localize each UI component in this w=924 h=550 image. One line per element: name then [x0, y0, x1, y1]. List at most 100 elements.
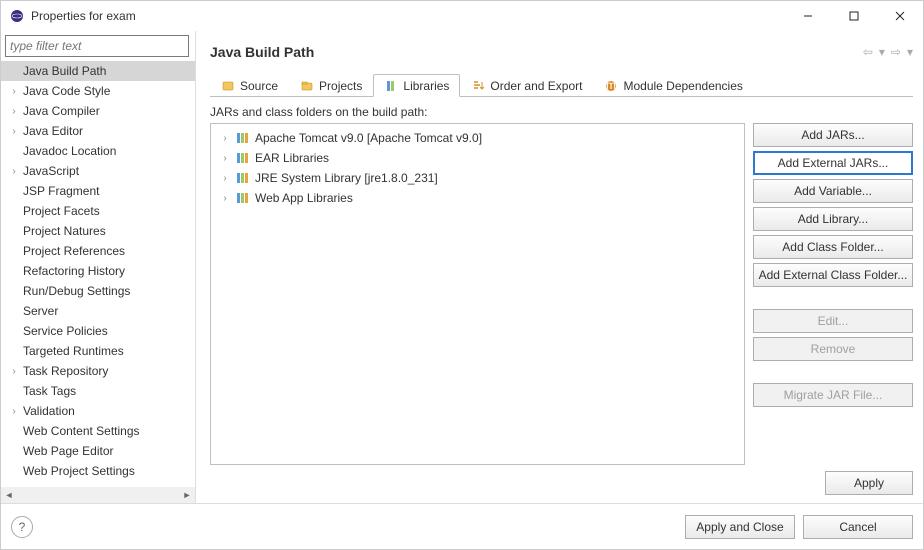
close-button[interactable]	[877, 1, 923, 31]
sidebar-item-label: Java Editor	[21, 124, 83, 138]
minimize-button[interactable]	[785, 1, 831, 31]
expand-arrow-icon: ›	[7, 86, 21, 97]
sidebar-item-label: JavaScript	[21, 164, 79, 178]
jar-list[interactable]: › Apache Tomcat v9.0 [Apache Tomcat v9.0]…	[210, 123, 745, 465]
tab-order-and-export[interactable]: Order and Export	[460, 74, 593, 97]
apply-row: Apply	[210, 465, 913, 503]
edit-button: Edit...	[753, 309, 913, 333]
expand-arrow-icon: ›	[219, 133, 231, 144]
sidebar-item[interactable]: Refactoring History	[1, 261, 195, 281]
sidebar-item-label: Server	[21, 304, 58, 318]
sidebar-item[interactable]: Web Content Settings	[1, 421, 195, 441]
source-icon	[221, 79, 235, 93]
sidebar-item[interactable]: JSP Fragment	[1, 181, 195, 201]
content-area: Java Build Path›Java Code Style›Java Com…	[1, 31, 923, 503]
add-external-class-folder-button[interactable]: Add External Class Folder...	[753, 263, 913, 287]
tab-label: Module Dependencies	[623, 79, 742, 93]
svg-text:m: m	[606, 79, 616, 92]
eclipse-icon	[9, 8, 25, 24]
library-icon	[235, 151, 251, 165]
sidebar-item-label: Run/Debug Settings	[21, 284, 130, 298]
sidebar-item[interactable]: Project References	[1, 241, 195, 261]
footer: ? Apply and Close Cancel	[1, 503, 923, 549]
scroll-left-arrow[interactable]: ◄	[1, 490, 17, 500]
library-icon	[235, 171, 251, 185]
migrate-jar-button: Migrate JAR File...	[753, 383, 913, 407]
jar-item-label: Apache Tomcat v9.0 [Apache Tomcat v9.0]	[255, 131, 482, 145]
sidebar-item-label: Javadoc Location	[21, 144, 116, 158]
remove-button: Remove	[753, 337, 913, 361]
sidebar-item-label: Validation	[21, 404, 75, 418]
sidebar-item-label: Web Content Settings	[21, 424, 140, 438]
page-header: Java Build Path ⇦ ▾ ⇨ ▾	[210, 39, 913, 65]
add-external-jars-button[interactable]: Add External JARs...	[753, 151, 913, 175]
sidebar-item[interactable]: Web Project Settings	[1, 461, 195, 481]
libraries-icon	[384, 79, 398, 93]
jar-list-item[interactable]: ›JRE System Library [jre1.8.0_231]	[213, 168, 742, 188]
maximize-button[interactable]	[831, 1, 877, 31]
jar-list-item[interactable]: ›Web App Libraries	[213, 188, 742, 208]
sidebar-item[interactable]: Project Facets	[1, 201, 195, 221]
forward-icon[interactable]: ⇨	[891, 45, 901, 59]
jar-list-item[interactable]: › Apache Tomcat v9.0 [Apache Tomcat v9.0]	[213, 128, 742, 148]
sidebar-item[interactable]: Javadoc Location	[1, 141, 195, 161]
sidebar-item[interactable]: Server	[1, 301, 195, 321]
sidebar-item[interactable]: ›Java Compiler	[1, 101, 195, 121]
filter-container	[5, 35, 189, 57]
add-variable-button[interactable]: Add Variable...	[753, 179, 913, 203]
sidebar-item-label: Project Natures	[21, 224, 106, 238]
sidebar-item[interactable]: Web Page Editor	[1, 441, 195, 461]
sidebar-item-label: Web Project Settings	[21, 464, 135, 478]
add-class-folder-button[interactable]: Add Class Folder...	[753, 235, 913, 259]
sidebar-item-label: Project Facets	[21, 204, 100, 218]
jar-list-item[interactable]: ›EAR Libraries	[213, 148, 742, 168]
tab-source[interactable]: Source	[210, 74, 289, 97]
sidebar-item[interactable]: Java Build Path	[1, 61, 195, 81]
expand-arrow-icon: ›	[7, 406, 21, 417]
dropdown-icon[interactable]: ▾	[879, 45, 885, 59]
sidebar-item[interactable]: ›Validation	[1, 401, 195, 421]
add-library-button[interactable]: Add Library...	[753, 207, 913, 231]
header-nav: ⇦ ▾ ⇨ ▾	[863, 45, 913, 59]
sidebar-item[interactable]: Targeted Runtimes	[1, 341, 195, 361]
sidebar-item[interactable]: Task Tags	[1, 381, 195, 401]
apply-close-button[interactable]: Apply and Close	[685, 515, 795, 539]
sidebar-item[interactable]: Run/Debug Settings	[1, 281, 195, 301]
jar-item-label: Web App Libraries	[255, 191, 353, 205]
scroll-right-arrow[interactable]: ►	[179, 490, 195, 500]
sidebar-item[interactable]: Project Natures	[1, 221, 195, 241]
apply-button[interactable]: Apply	[825, 471, 913, 495]
cancel-button[interactable]: Cancel	[803, 515, 913, 539]
horizontal-scrollbar[interactable]: ◄ ►	[1, 487, 195, 503]
sidebar-item-label: Web Page Editor	[21, 444, 114, 458]
sidebar-item[interactable]: ›Task Repository	[1, 361, 195, 381]
dropdown2-icon[interactable]: ▾	[907, 45, 913, 59]
add-jars-button[interactable]: Add JARs...	[753, 123, 913, 147]
sidebar-item[interactable]: ›Java Editor	[1, 121, 195, 141]
tab-bar: SourceProjectsLibrariesOrder and Exportm…	[210, 73, 913, 97]
tab-label: Libraries	[403, 79, 449, 93]
window-title: Properties for exam	[31, 9, 785, 23]
order-icon	[471, 79, 485, 93]
main-panel: Java Build Path ⇦ ▾ ⇨ ▾ SourceProjects Li…	[196, 31, 923, 503]
jars-label: JARs and class folders on the build path…	[210, 105, 913, 119]
tab-module-dependencies[interactable]: m Module Dependencies	[593, 74, 753, 97]
tab-projects[interactable]: Projects	[289, 74, 373, 97]
tab-libraries[interactable]: Libraries	[373, 74, 460, 97]
module-icon: m	[604, 79, 618, 93]
sidebar-item-label: Java Code Style	[21, 84, 110, 98]
sidebar-item[interactable]: ›Java Code Style	[1, 81, 195, 101]
sidebar-item[interactable]: ›JavaScript	[1, 161, 195, 181]
property-tree[interactable]: Java Build Path›Java Code Style›Java Com…	[1, 59, 195, 487]
back-icon[interactable]: ⇦	[863, 45, 873, 59]
expand-arrow-icon: ›	[219, 173, 231, 184]
page-title: Java Build Path	[210, 44, 863, 60]
expand-arrow-icon: ›	[7, 106, 21, 117]
projects-icon	[300, 79, 314, 93]
help-icon[interactable]: ?	[11, 516, 33, 538]
sidebar-item[interactable]: Service Policies	[1, 321, 195, 341]
sidebar-item-label: JSP Fragment	[21, 184, 99, 198]
build-area: › Apache Tomcat v9.0 [Apache Tomcat v9.0]…	[210, 123, 913, 465]
filter-input[interactable]	[5, 35, 189, 57]
titlebar: Properties for exam	[1, 1, 923, 31]
